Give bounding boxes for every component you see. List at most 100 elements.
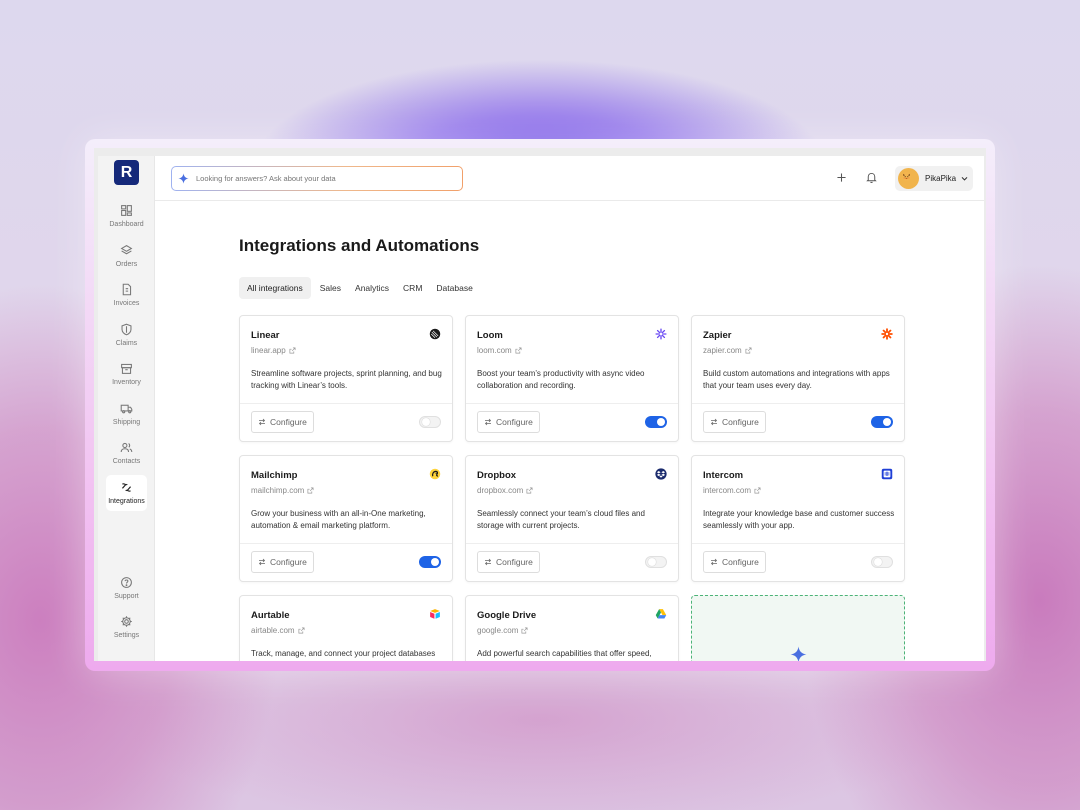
- divider: [466, 403, 678, 404]
- sidebar-item-claims[interactable]: Claims: [106, 317, 147, 353]
- integration-card-google-drive: Google Drive google.com Add powerful sea…: [465, 595, 679, 661]
- sidebar-item-label: Orders: [115, 260, 138, 268]
- intercom-logo-icon: [881, 468, 893, 480]
- sidebar-item-integrations[interactable]: Integrations: [106, 475, 147, 511]
- configure-button[interactable]: Configure: [703, 551, 766, 573]
- sidebar-item-orders[interactable]: Orders: [106, 238, 147, 274]
- integration-name: Aurtable: [251, 610, 290, 621]
- help-icon: [121, 576, 132, 588]
- bell-icon[interactable]: [865, 171, 878, 184]
- sidebar-item-dashboard[interactable]: Dashboard: [106, 198, 147, 234]
- integration-description: Boost your team’s productivity with asyn…: [477, 369, 645, 390]
- integration-card-zapier: Zapier zapier.com Build custom automatio…: [691, 315, 905, 442]
- integration-name: Zapier: [703, 330, 732, 341]
- integration-name: Linear: [251, 330, 280, 341]
- divider: [692, 543, 904, 544]
- external-link-icon: [298, 627, 305, 634]
- configure-button[interactable]: Configure: [251, 411, 314, 433]
- sidebar-item-inventory[interactable]: Inventory: [106, 356, 147, 392]
- integration-domain[interactable]: linear.app: [251, 346, 296, 355]
- integration-description: Streamline software projects, sprint pla…: [251, 369, 442, 390]
- app-logo[interactable]: R: [114, 160, 139, 185]
- swap-arrows-icon: [484, 558, 492, 566]
- configure-button[interactable]: Configure: [477, 411, 540, 433]
- integration-description: Add powerful search capabilities that of…: [477, 649, 652, 658]
- integration-toggle[interactable]: [419, 556, 441, 568]
- integration-toggle[interactable]: [645, 556, 667, 568]
- integration-domain[interactable]: mailchimp.com: [251, 486, 314, 495]
- sidebar-item-contacts[interactable]: Contacts: [106, 435, 147, 471]
- integration-description: Grow your business with an all-in-One ma…: [251, 509, 426, 530]
- tab-analytics[interactable]: Analytics: [350, 277, 394, 299]
- integration-name: Google Drive: [477, 610, 537, 621]
- chevron-down-icon: [961, 177, 968, 181]
- user-menu[interactable]: PikaPika: [895, 166, 973, 191]
- swap-arrows-icon: [710, 418, 718, 426]
- integration-toggle[interactable]: [645, 416, 667, 428]
- add-integration-card[interactable]: [691, 595, 905, 661]
- sidebar-item-shipping[interactable]: Shipping: [106, 396, 147, 432]
- tab-bar: All integrations Sales Analytics CRM Dat…: [239, 277, 478, 299]
- sidebar-item-label: Settings: [113, 631, 140, 639]
- integration-domain[interactable]: intercom.com: [703, 486, 761, 495]
- users-icon: [120, 442, 133, 452]
- tab-crm[interactable]: CRM: [398, 277, 427, 299]
- integration-name: Dropbox: [477, 470, 517, 481]
- airtable-logo-icon: [430, 609, 440, 619]
- box-icon: [121, 363, 132, 374]
- sidebar-item-settings[interactable]: Settings: [106, 609, 147, 645]
- integration-toggle[interactable]: [419, 416, 441, 428]
- external-link-icon: [526, 487, 533, 494]
- invoice-icon: [122, 283, 132, 295]
- integration-domain[interactable]: dropbox.com: [477, 486, 533, 495]
- window-frame: R Dashboard Orders Invoices Claims Inven…: [85, 139, 995, 671]
- sparkle-icon: [790, 646, 807, 661]
- sidebar-item-label: Invoices: [113, 299, 140, 307]
- tab-database[interactable]: Database: [431, 277, 477, 299]
- gear-icon: [121, 615, 132, 627]
- integration-name: Mailchimp: [251, 470, 298, 481]
- external-link-icon: [745, 347, 752, 354]
- main-content: Integrations and Automations All integra…: [155, 201, 984, 661]
- swap-arrows-icon: [710, 558, 718, 566]
- integration-description: Seamlessly connect your team’s cloud fil…: [477, 509, 645, 530]
- sidebar-item-invoices[interactable]: Invoices: [106, 277, 147, 313]
- integration-description: Build custom automations and integration…: [703, 369, 890, 390]
- tab-all-integrations[interactable]: All integrations: [239, 277, 311, 299]
- integration-name: Loom: [477, 330, 503, 341]
- search-input[interactable]: [196, 174, 436, 183]
- integration-domain[interactable]: loom.com: [477, 346, 522, 355]
- tab-sales[interactable]: Sales: [315, 277, 346, 299]
- integration-name: Intercom: [703, 470, 744, 481]
- configure-button[interactable]: Configure: [477, 551, 540, 573]
- swap-arrows-icon: [484, 418, 492, 426]
- zapier-logo-icon: [881, 328, 893, 340]
- integration-domain[interactable]: airtable.com: [251, 626, 305, 635]
- external-link-icon: [307, 487, 314, 494]
- integration-toggle[interactable]: [871, 556, 893, 568]
- search-box[interactable]: [171, 166, 463, 191]
- integration-description: Integrate your knowledge base and custom…: [703, 509, 895, 530]
- integration-card-loom: Loom loom.com Boost your team’s producti…: [465, 315, 679, 442]
- integration-domain[interactable]: zapier.com: [703, 346, 752, 355]
- topbar: PikaPika: [155, 156, 984, 201]
- sidebar-item-label: Dashboard: [109, 220, 144, 228]
- configure-button[interactable]: Configure: [251, 551, 314, 573]
- sidebar-item-support[interactable]: Support: [106, 570, 147, 606]
- divider: [240, 543, 452, 544]
- integration-card-airtable: Aurtable airtable.com Track, manage, and…: [239, 595, 453, 661]
- sparkle-icon: [178, 173, 189, 184]
- integration-domain[interactable]: google.com: [477, 626, 528, 635]
- external-link-icon: [515, 347, 522, 354]
- integration-card-mailchimp: Mailchimp mailchimp.com Grow your busine…: [239, 455, 453, 582]
- configure-button[interactable]: Configure: [703, 411, 766, 433]
- page-title: Integrations and Automations: [239, 236, 480, 255]
- integration-toggle[interactable]: [871, 416, 893, 428]
- plus-icon[interactable]: [835, 171, 848, 184]
- sidebar-item-label: Integrations: [108, 497, 145, 505]
- sidebar-item-label: Support: [114, 592, 139, 600]
- shield-icon: [121, 323, 132, 335]
- divider: [466, 543, 678, 544]
- user-name: PikaPika: [925, 174, 957, 183]
- divider: [240, 403, 452, 404]
